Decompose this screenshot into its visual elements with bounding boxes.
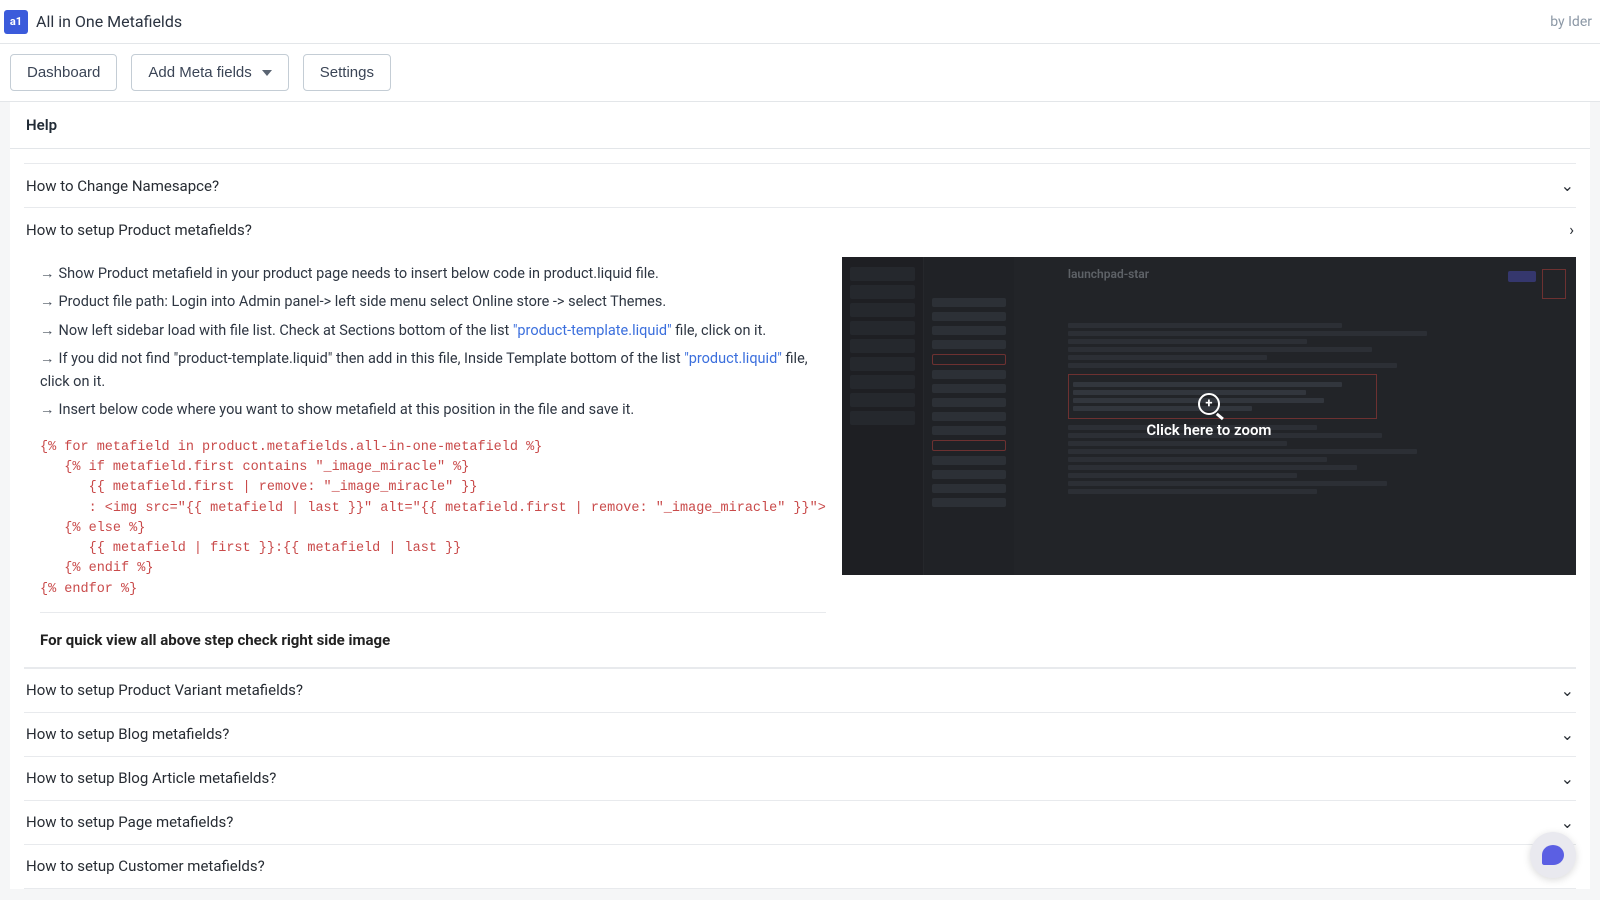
- settings-button[interactable]: Settings: [303, 54, 391, 91]
- chevron-down-icon: ⌄: [1561, 176, 1574, 195]
- accordion-item: How to Change Namesapce? ⌄: [24, 163, 1576, 207]
- chevron-down-icon: ⌄: [1561, 681, 1574, 700]
- screenshot-preview[interactable]: launchpad-star: [842, 257, 1576, 575]
- chevron-down-icon: ⌄: [1561, 725, 1574, 744]
- accordion-title: How to setup Page metafields?: [26, 813, 233, 831]
- accordion-title: How to setup Customer metafields?: [26, 857, 265, 875]
- dashboard-label: Dashboard: [27, 64, 100, 81]
- step-line: →Now left sidebar load with file list. C…: [40, 320, 826, 342]
- accordion-header-article[interactable]: How to setup Blog Article metafields? ⌄: [24, 757, 1576, 800]
- chat-bubble-button[interactable]: [1530, 832, 1576, 878]
- step-line: →Product file path: Login into Admin pan…: [40, 291, 826, 313]
- chevron-down-icon: ⌄: [1561, 769, 1574, 788]
- accordion-body-product: →Show Product metafield in your product …: [24, 251, 1576, 668]
- step-line: →If you did not find "product-template.l…: [40, 348, 826, 393]
- navbar: Dashboard Add Meta fields Settings: [0, 44, 1600, 102]
- accordion-item: How to setup Customer metafields? ⌄: [24, 844, 1576, 889]
- accordion-title: How to setup Product metafields?: [26, 221, 252, 239]
- topbar: a1 All in One Metafields by Ider: [0, 0, 1600, 44]
- accordion-header-page[interactable]: How to setup Page metafields? ⌄: [24, 801, 1576, 844]
- help-heading: Help: [10, 102, 1590, 149]
- accordion-item: How to setup Blog metafields? ⌄: [24, 712, 1576, 756]
- accordion-title: How to setup Product Variant metafields?: [26, 681, 303, 699]
- zoom-overlay[interactable]: + Click here to zoom: [842, 257, 1576, 575]
- app-title: All in One Metafields: [36, 12, 182, 31]
- step-line: →Show Product metafield in your product …: [40, 263, 826, 285]
- accordion-item: How to setup Product metafields? › →Show…: [24, 207, 1576, 668]
- link-product-liquid[interactable]: "product.liquid": [684, 350, 782, 367]
- quickview-note: For quick view all above step check righ…: [40, 631, 826, 649]
- caret-down-icon: [262, 70, 272, 76]
- content-panel: Help How to Change Namesapce? ⌄ How to s…: [10, 102, 1590, 889]
- chevron-right-icon: ›: [1569, 220, 1574, 239]
- zoom-icon: +: [1198, 393, 1220, 415]
- chevron-down-icon: ⌄: [1561, 813, 1574, 832]
- zoom-text: Click here to zoom: [1146, 421, 1271, 439]
- app-icon: a1: [4, 10, 28, 34]
- accordion-title: How to Change Namesapce?: [26, 177, 219, 195]
- step-line: →Insert below code where you want to sho…: [40, 399, 826, 421]
- byline: by Ider: [1550, 14, 1596, 30]
- accordion-header-variant[interactable]: How to setup Product Variant metafields?…: [24, 669, 1576, 712]
- add-metafields-button[interactable]: Add Meta fields: [131, 54, 288, 91]
- accordion-title: How to setup Blog Article metafields?: [26, 769, 276, 787]
- code-block: {% for metafield in product.metafields.a…: [40, 428, 826, 613]
- accordion-item: How to setup Blog Article metafields? ⌄: [24, 756, 1576, 800]
- accordion-header-namespace[interactable]: How to Change Namesapce? ⌄: [24, 164, 1576, 207]
- accordion-item: How to setup Page metafields? ⌄: [24, 800, 1576, 844]
- settings-label: Settings: [320, 64, 374, 81]
- add-metafields-label: Add Meta fields: [148, 64, 251, 81]
- dashboard-button[interactable]: Dashboard: [10, 54, 117, 91]
- accordion-header-product[interactable]: How to setup Product metafields? ›: [24, 208, 1576, 251]
- accordion-title: How to setup Blog metafields?: [26, 725, 229, 743]
- accordion-header-customer[interactable]: How to setup Customer metafields? ⌄: [24, 845, 1576, 888]
- accordion-item: How to setup Product Variant metafields?…: [24, 668, 1576, 712]
- chat-icon: [1542, 845, 1564, 865]
- link-product-template[interactable]: "product-template.liquid": [513, 322, 672, 339]
- accordion-header-blog[interactable]: How to setup Blog metafields? ⌄: [24, 713, 1576, 756]
